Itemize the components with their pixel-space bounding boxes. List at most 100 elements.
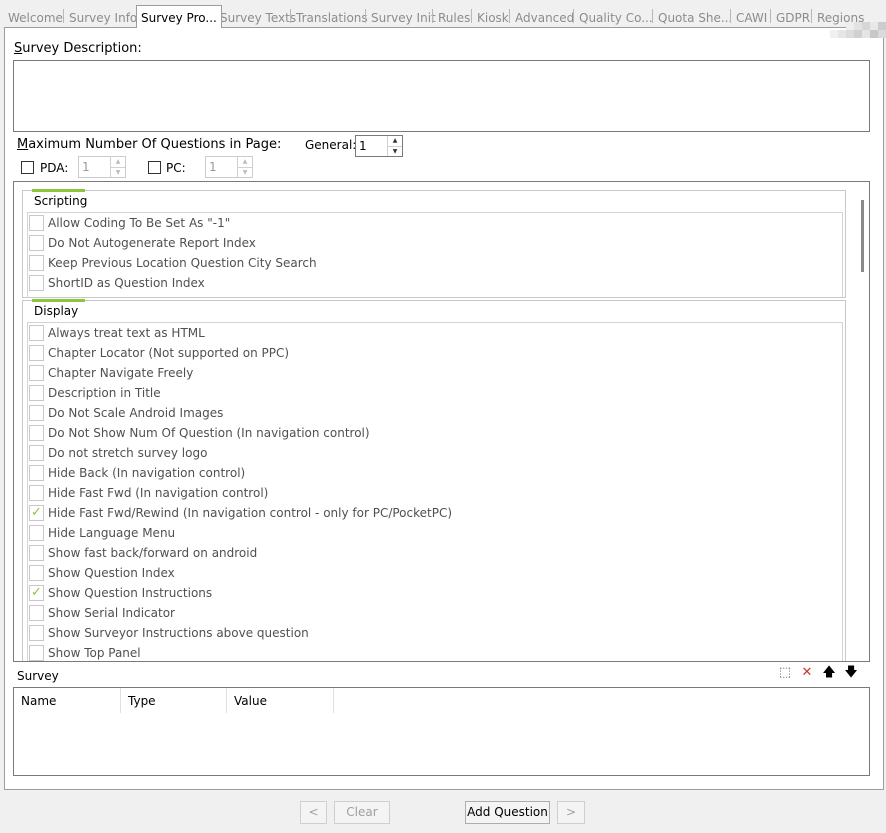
tab-survey-properties[interactable]: Survey Pro... bbox=[136, 5, 222, 28]
tab-quota-sheets[interactable]: Quota She... bbox=[658, 8, 732, 26]
option-label: Keep Previous Location Question City Sea… bbox=[48, 256, 317, 270]
option-surveyor-instructions-above[interactable]: Show Surveyor Instructions above questio… bbox=[28, 623, 828, 643]
group-accent-bar bbox=[32, 189, 85, 192]
option-no-stretch-logo[interactable]: Do not stretch survey logo bbox=[28, 443, 828, 463]
option-checkbox[interactable] bbox=[29, 545, 44, 561]
option-hide-back[interactable]: Hide Back (In navigation control) bbox=[28, 463, 828, 483]
general-spinner[interactable]: 1 ▲ ▼ bbox=[355, 135, 403, 157]
option-checkbox[interactable] bbox=[29, 385, 44, 401]
option-description-title[interactable]: Description in Title bbox=[28, 383, 828, 403]
option-hide-language-menu[interactable]: Hide Language Menu bbox=[28, 523, 828, 543]
pc-value: 1 bbox=[209, 160, 217, 174]
option-hide-fast-fwd-rewind[interactable]: ✓ Hide Fast Fwd/Rewind (In navigation con… bbox=[28, 503, 828, 523]
tab-bar: Welcome Survey Info Survey Pro... Survey… bbox=[0, 0, 886, 28]
clear-button[interactable]: Clear bbox=[334, 801, 390, 824]
tab-kiosk[interactable]: Kiosk bbox=[477, 8, 509, 26]
option-checkbox[interactable] bbox=[29, 275, 44, 291]
option-hide-fast-fwd[interactable]: Hide Fast Fwd (In navigation control) bbox=[28, 483, 828, 503]
option-checkbox[interactable] bbox=[29, 645, 44, 661]
option-checkbox[interactable] bbox=[29, 325, 44, 341]
option-checkbox[interactable] bbox=[29, 485, 44, 501]
option-show-question-index[interactable]: Show Question Index bbox=[28, 563, 828, 583]
list-scrollbar-thumb[interactable] bbox=[861, 200, 864, 272]
tab-separator bbox=[509, 9, 510, 23]
option-label: Hide Fast Fwd/Rewind (In navigation cont… bbox=[48, 506, 453, 520]
option-checkbox[interactable] bbox=[29, 235, 44, 251]
spin-up-icon[interactable]: ▲ bbox=[388, 136, 402, 146]
tab-survey-info[interactable]: Survey Info bbox=[69, 8, 137, 26]
option-shortid-index[interactable]: ShortID as Question Index bbox=[28, 273, 828, 293]
new-item-icon[interactable]: ⬚ bbox=[778, 666, 792, 680]
arrow-down-icon[interactable]: 🡇 bbox=[844, 666, 858, 680]
option-checkbox[interactable] bbox=[29, 425, 44, 441]
option-checkbox[interactable] bbox=[29, 525, 44, 541]
option-label: Hide Fast Fwd (In navigation control) bbox=[48, 486, 269, 500]
option-no-scale-android[interactable]: Do Not Scale Android Images bbox=[28, 403, 828, 423]
option-allow-coding[interactable]: Allow Coding To Be Set As "-1" bbox=[28, 213, 828, 233]
group-accent-bar bbox=[32, 299, 85, 302]
option-chapter-locator[interactable]: Chapter Locator (Not supported on PPC) bbox=[28, 343, 828, 363]
arrow-up-icon[interactable]: 🡅 bbox=[822, 666, 836, 680]
tab-separator bbox=[290, 9, 291, 23]
option-label: Do Not Scale Android Images bbox=[48, 406, 224, 420]
pda-spinner[interactable]: 1 ▲ ▼ bbox=[78, 156, 126, 178]
group-items: Allow Coding To Be Set As "-1" Do Not Au… bbox=[27, 212, 843, 298]
option-fast-back-forward-android[interactable]: Show fast back/forward on android bbox=[28, 543, 828, 563]
option-checkbox[interactable] bbox=[29, 255, 44, 271]
option-html-text[interactable]: Always treat text as HTML bbox=[28, 323, 828, 343]
option-checkbox[interactable] bbox=[29, 445, 44, 461]
tab-quality-control[interactable]: Quality Co... bbox=[579, 8, 653, 26]
option-checkbox[interactable] bbox=[29, 605, 44, 621]
pc-spinner[interactable]: 1 ▲ ▼ bbox=[205, 156, 253, 178]
next-button[interactable]: > bbox=[557, 801, 585, 824]
option-label: Hide Language Menu bbox=[48, 526, 176, 540]
tab-rules[interactable]: Rules bbox=[438, 8, 470, 26]
column-header-value[interactable]: Value bbox=[227, 688, 334, 713]
checkmark-icon[interactable]: ✓ bbox=[29, 585, 44, 601]
delete-icon[interactable]: ✕ bbox=[800, 666, 814, 680]
properties-list[interactable]: Scripting Allow Coding To Be Set As "-1"… bbox=[13, 181, 870, 662]
option-checkbox[interactable] bbox=[29, 405, 44, 421]
option-show-serial-indicator[interactable]: Show Serial Indicator bbox=[28, 603, 828, 623]
option-label: Show fast back/forward on android bbox=[48, 546, 258, 560]
column-header-type[interactable]: Type bbox=[121, 688, 227, 713]
pc-checkbox[interactable] bbox=[148, 161, 161, 174]
tab-advanced[interactable]: Advanced bbox=[515, 8, 574, 26]
option-show-top-panel[interactable]: Show Top Panel bbox=[28, 643, 828, 661]
prev-button[interactable]: < bbox=[300, 801, 327, 824]
survey-properties-table[interactable]: Name Type Value bbox=[13, 687, 870, 776]
add-question-button[interactable]: Add Question bbox=[465, 801, 550, 824]
pda-checkbox[interactable] bbox=[21, 161, 34, 174]
option-label: Hide Back (In navigation control) bbox=[48, 466, 246, 480]
option-no-autogen-report-index[interactable]: Do Not Autogenerate Report Index bbox=[28, 233, 828, 253]
survey-description-input[interactable] bbox=[13, 60, 870, 132]
option-checkbox[interactable] bbox=[29, 215, 44, 231]
tab-survey-init[interactable]: Survey Init bbox=[371, 8, 436, 26]
option-chapter-navigate[interactable]: Chapter Navigate Freely bbox=[28, 363, 828, 383]
tab-separator bbox=[770, 9, 771, 23]
checkmark-icon[interactable]: ✓ bbox=[29, 505, 44, 521]
option-label: Chapter Navigate Freely bbox=[48, 366, 194, 380]
spin-down-icon[interactable]: ▼ bbox=[388, 146, 402, 156]
spin-up-icon[interactable]: ▲ bbox=[111, 157, 125, 167]
option-checkbox[interactable] bbox=[29, 365, 44, 381]
option-keep-previous-location[interactable]: Keep Previous Location Question City Sea… bbox=[28, 253, 828, 273]
option-label: Show Question Index bbox=[48, 566, 175, 580]
spin-up-icon[interactable]: ▲ bbox=[238, 157, 252, 167]
tab-survey-texts[interactable]: Survey Texts bbox=[220, 8, 296, 26]
option-label: Always treat text as HTML bbox=[48, 326, 205, 340]
tab-cawi[interactable]: CAWI bbox=[736, 8, 767, 26]
option-show-question-instructions[interactable]: ✓ Show Question Instructions bbox=[28, 583, 828, 603]
option-checkbox[interactable] bbox=[29, 465, 44, 481]
option-checkbox[interactable] bbox=[29, 345, 44, 361]
spin-down-icon[interactable]: ▼ bbox=[238, 167, 252, 177]
option-checkbox[interactable] bbox=[29, 625, 44, 641]
option-checkbox[interactable] bbox=[29, 565, 44, 581]
tab-separator bbox=[471, 9, 472, 23]
tab-welcome[interactable]: Welcome bbox=[8, 8, 63, 26]
spin-down-icon[interactable]: ▼ bbox=[111, 167, 125, 177]
option-no-num-question[interactable]: Do Not Show Num Of Question (In navigati… bbox=[28, 423, 828, 443]
option-label: Description in Title bbox=[48, 386, 161, 400]
column-header-name[interactable]: Name bbox=[14, 688, 121, 713]
tab-translations[interactable]: Translations bbox=[296, 8, 368, 26]
